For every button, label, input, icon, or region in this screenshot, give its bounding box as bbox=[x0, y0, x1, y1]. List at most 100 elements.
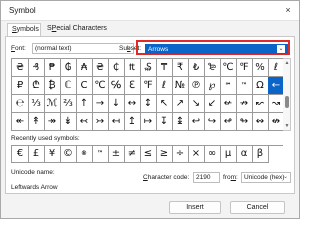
symbol-cell[interactable]: ℇ bbox=[124, 77, 141, 95]
symbol-cell[interactable]: ↔ bbox=[124, 95, 141, 113]
recent-symbol-cell[interactable]: ™ bbox=[92, 146, 109, 163]
symbol-cell[interactable]: Ω bbox=[252, 77, 269, 95]
symbol-cell[interactable]: ↑ bbox=[76, 95, 93, 113]
recent-symbol-cell[interactable]: × bbox=[188, 146, 205, 163]
symbol-cell[interactable]: ↤ bbox=[108, 113, 125, 131]
close-icon[interactable]: × bbox=[277, 1, 299, 20]
symbol-cell[interactable]: ↘ bbox=[188, 95, 205, 113]
symbol-cell[interactable]: ↪ bbox=[204, 113, 221, 131]
recent-symbol-cell[interactable]: ≠ bbox=[124, 146, 141, 163]
recent-symbol-cell[interactable]: ≤ bbox=[140, 146, 157, 163]
recent-symbol-cell[interactable]: β bbox=[252, 146, 269, 163]
symbol-grid-scrollbar[interactable]: ▲ ▼ bbox=[283, 58, 291, 131]
symbol-cell[interactable]: ⅔ bbox=[60, 95, 77, 113]
symbol-cell[interactable]: ₻ bbox=[204, 59, 221, 77]
symbol-cell[interactable]: ℉ bbox=[236, 59, 253, 77]
symbol-cell[interactable]: ℃ bbox=[92, 77, 109, 95]
symbol-cell[interactable]: ↖ bbox=[156, 95, 173, 113]
subset-dropdown[interactable]: Arrows ⌄ bbox=[145, 44, 288, 54]
symbol-cell[interactable]: → bbox=[92, 95, 109, 113]
symbol-cell[interactable]: ↓ bbox=[108, 95, 125, 113]
recent-symbol-cell[interactable]: ± bbox=[108, 146, 125, 163]
symbol-cell[interactable]: ↚ bbox=[220, 95, 237, 113]
scroll-down-icon[interactable]: ▼ bbox=[283, 122, 291, 130]
chevron-down-icon: ⌄ bbox=[277, 45, 285, 53]
symbol-cell[interactable]: ℃ bbox=[220, 59, 237, 77]
recent-symbol-cell[interactable]: ® bbox=[76, 146, 93, 163]
symbol-cell[interactable]: ↠ bbox=[44, 113, 61, 131]
symbol-cell[interactable]: ↬ bbox=[236, 113, 253, 131]
symbol-cell[interactable]: ₳ bbox=[76, 59, 93, 77]
symbol-cell[interactable]: ℳ bbox=[44, 95, 61, 113]
symbol-cell[interactable]: ₾ bbox=[28, 77, 45, 95]
symbol-cell[interactable]: ₽ bbox=[12, 77, 29, 95]
symbol-cell[interactable]: ₵ bbox=[108, 59, 125, 77]
scroll-thumb[interactable] bbox=[285, 96, 289, 108]
symbol-cell[interactable]: ₴ bbox=[12, 59, 29, 77]
recent-symbols-grid: € £ ¥ © ® ™ ± ≠ ≤ ≥ ÷ × ∞ µ α β bbox=[11, 145, 283, 163]
symbol-cell[interactable]: ↣ bbox=[92, 113, 109, 131]
symbol-cell[interactable]: ℂ bbox=[60, 77, 77, 95]
symbol-cell[interactable]: ℅ bbox=[108, 77, 125, 95]
recent-symbol-cell[interactable]: ÷ bbox=[172, 146, 189, 163]
symbol-cell[interactable]: ₱ bbox=[44, 59, 61, 77]
symbols-panel: Font: (normal text) ⌄ Subset: Arrows ⌄ ₴… bbox=[5, 36, 295, 194]
unicode-name-label: Unicode name: bbox=[11, 169, 55, 176]
scroll-up-icon[interactable]: ▲ bbox=[283, 59, 291, 67]
symbol-cell[interactable]: ↕ bbox=[140, 95, 157, 113]
symbol-cell[interactable]: ↦ bbox=[140, 113, 157, 131]
symbol-cell[interactable]: ₸ bbox=[156, 59, 173, 77]
symbol-cell[interactable]: ↥ bbox=[124, 113, 141, 131]
tab-symbols[interactable]: Symbols bbox=[7, 23, 41, 36]
symbol-cell[interactable]: ↞ bbox=[12, 113, 29, 131]
recent-symbol-cell[interactable]: © bbox=[60, 146, 77, 163]
symbol-cell[interactable]: % bbox=[252, 59, 269, 77]
from-dropdown[interactable]: Unicode (hex) ⌄ bbox=[241, 172, 291, 183]
symbol-cell[interactable]: ₷ bbox=[140, 59, 157, 77]
symbol-cell[interactable]: ↗ bbox=[172, 95, 189, 113]
recent-symbol-cell[interactable]: ≥ bbox=[156, 146, 173, 163]
recent-symbol-cell[interactable]: α bbox=[236, 146, 253, 163]
dialog-title: Symbol bbox=[9, 6, 36, 15]
symbol-cell[interactable]: ↢ bbox=[76, 113, 93, 131]
symbol-cell[interactable]: ↜ bbox=[252, 95, 269, 113]
symbol-cell[interactable]: ℠ bbox=[220, 77, 237, 95]
symbol-cell[interactable]: ↭ bbox=[252, 113, 269, 131]
symbol-cell[interactable]: ℓ bbox=[156, 77, 173, 95]
cancel-button[interactable]: Cancel bbox=[230, 201, 285, 214]
recent-symbol-cell[interactable]: ∞ bbox=[204, 146, 221, 163]
symbol-cell[interactable]: ↡ bbox=[60, 113, 77, 131]
chevron-down-icon: ⌄ bbox=[282, 174, 288, 180]
symbol-cell[interactable]: ↧ bbox=[156, 113, 173, 131]
symbol-cell[interactable]: ℘ bbox=[204, 77, 221, 95]
symbol-cell[interactable]: ↨ bbox=[172, 113, 189, 131]
symbol-cell[interactable]: ↫ bbox=[220, 113, 237, 131]
tab-special-label: ecial Characters bbox=[56, 25, 107, 32]
character-code-input[interactable]: 2190 bbox=[193, 172, 220, 183]
symbol-cell[interactable]: ↟ bbox=[28, 113, 45, 131]
symbol-cell[interactable]: C bbox=[76, 77, 93, 95]
symbol-cell[interactable]: ₴ bbox=[92, 59, 109, 77]
font-label-text: ont: bbox=[14, 45, 26, 52]
recent-symbol-cell[interactable]: € bbox=[12, 146, 29, 163]
recent-symbol-cell[interactable]: µ bbox=[220, 146, 237, 163]
symbol-cell[interactable]: ↩ bbox=[188, 113, 205, 131]
recent-symbol-cell[interactable]: ¥ bbox=[44, 146, 61, 163]
symbol-cell[interactable]: ₶ bbox=[124, 59, 141, 77]
symbol-cell[interactable]: ↛ bbox=[236, 95, 253, 113]
tab-special-characters[interactable]: SPecial Characters bbox=[43, 23, 109, 36]
symbol-cell[interactable]: ™ bbox=[236, 77, 253, 95]
symbol-cell[interactable]: ₺ bbox=[188, 59, 205, 77]
insert-button[interactable]: Insert bbox=[169, 201, 221, 214]
symbol-cell[interactable]: № bbox=[172, 77, 189, 95]
recent-symbol-cell[interactable]: £ bbox=[28, 146, 45, 163]
symbol-cell[interactable]: ₰ bbox=[28, 59, 45, 77]
symbol-cell[interactable]: ₲ bbox=[60, 59, 77, 77]
symbol-cell[interactable]: ⅓ bbox=[28, 95, 45, 113]
symbol-cell[interactable]: ℮ bbox=[12, 95, 29, 113]
symbol-cell[interactable]: ₿ bbox=[44, 77, 61, 95]
symbol-cell[interactable]: ↙ bbox=[204, 95, 221, 113]
symbol-cell[interactable]: ₹ bbox=[172, 59, 189, 77]
symbol-cell[interactable]: ℗ bbox=[188, 77, 205, 95]
symbol-cell[interactable]: ℉ bbox=[140, 77, 157, 95]
